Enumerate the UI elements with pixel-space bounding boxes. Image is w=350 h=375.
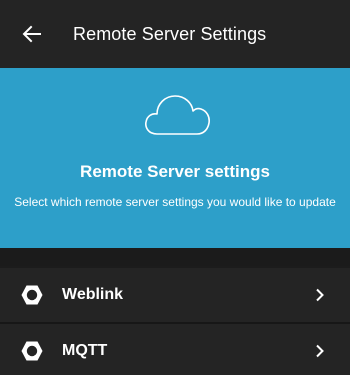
chevron-right-icon: [316, 344, 324, 358]
list-item-mqtt[interactable]: MQTT: [0, 324, 350, 375]
arrow-left-icon: [22, 25, 41, 43]
remote-server-settings-screen: Remote Server Settings Remote Server set…: [0, 0, 350, 375]
gear-icon: [21, 341, 43, 361]
list-item-label: Weblink: [62, 286, 124, 303]
page-title: Remote Server Settings: [73, 23, 267, 44]
cloud-icon: [145, 95, 210, 135]
app-bar: Remote Server Settings: [0, 0, 350, 68]
list-item-weblink[interactable]: Weblink: [0, 268, 350, 322]
banner-subtitle: Select which remote server settings you …: [14, 195, 336, 209]
gear-icon: [21, 285, 43, 305]
list-item-label: MQTT: [62, 342, 108, 359]
chevron-right-icon: [316, 288, 324, 302]
back-button[interactable]: [0, 0, 64, 68]
info-banner: Remote Server settings Select which remo…: [0, 68, 350, 248]
banner-title: Remote Server settings: [80, 162, 270, 181]
section-gap: [0, 248, 350, 266]
